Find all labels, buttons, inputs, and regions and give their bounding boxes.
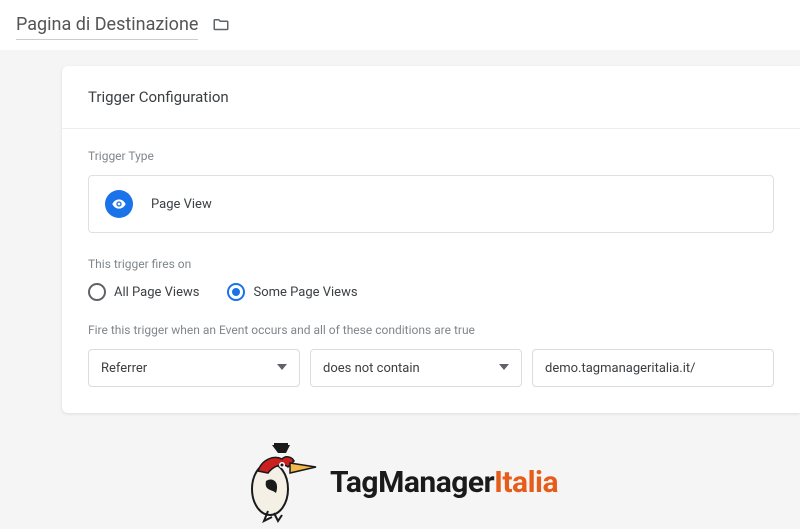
logo-part1: TagManager	[330, 465, 494, 500]
page-title[interactable]: Pagina di Destinazione	[16, 14, 198, 40]
radio-some-page-views[interactable]: Some Page Views	[227, 283, 357, 301]
trigger-type-selector[interactable]: Page View	[88, 175, 774, 233]
condition-operator-select[interactable]: does not contain	[310, 349, 522, 387]
condition-row: Referrer does not contain demo.tagmanage…	[88, 349, 774, 387]
radio-icon	[227, 283, 245, 301]
trigger-type-name: Page View	[151, 197, 212, 212]
divider	[62, 128, 800, 129]
chevron-down-icon	[499, 361, 509, 376]
chevron-down-icon	[277, 361, 287, 376]
trigger-type-label: Trigger Type	[88, 149, 774, 163]
radio-label: All Page Views	[114, 285, 199, 300]
condition-variable-select[interactable]: Referrer	[88, 349, 300, 387]
logo-text: TagManagerItalia	[330, 465, 558, 500]
input-value: demo.tagmanageritalia.it/	[545, 361, 696, 376]
logo-part2: Italia	[494, 465, 558, 500]
folder-icon[interactable]	[212, 16, 230, 38]
condition-value-input[interactable]: demo.tagmanageritalia.it/	[532, 349, 774, 387]
radio-icon	[88, 283, 106, 301]
eye-icon	[105, 190, 133, 218]
radio-label: Some Page Views	[253, 285, 357, 300]
select-value: does not contain	[323, 361, 420, 376]
logo: TagManagerItalia	[0, 437, 800, 527]
trigger-config-card: Trigger Configuration Trigger Type Page …	[62, 66, 800, 413]
card-heading: Trigger Configuration	[88, 88, 774, 106]
condition-label: Fire this trigger when an Event occurs a…	[88, 323, 774, 337]
select-value: Referrer	[101, 361, 147, 376]
fires-on-label: This trigger fires on	[88, 257, 774, 271]
page-header: Pagina di Destinazione	[0, 0, 800, 50]
radio-all-page-views[interactable]: All Page Views	[88, 283, 199, 301]
bird-icon	[242, 437, 320, 527]
fires-on-radio-group: All Page Views Some Page Views	[88, 283, 774, 301]
